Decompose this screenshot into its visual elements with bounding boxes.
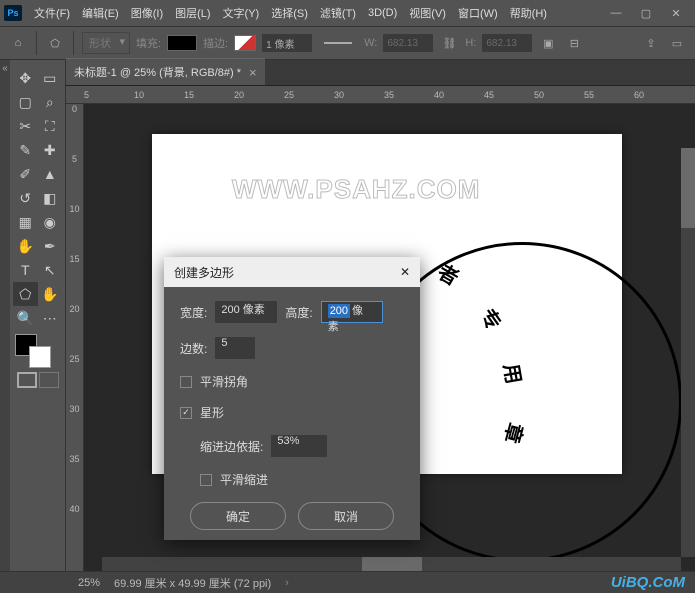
marquee-tool[interactable]: ▢ xyxy=(13,90,38,114)
align-icon[interactable]: ⊟ xyxy=(564,33,584,53)
frame-tool[interactable]: ⛶ xyxy=(38,114,63,138)
crop-tool[interactable]: ✂ xyxy=(13,114,38,138)
stamp-tool[interactable]: ▲ xyxy=(38,162,63,186)
document-tab-title: 未标题-1 @ 25% (背景, RGB/8#) * xyxy=(74,64,241,80)
dodge-tool[interactable]: ✋ xyxy=(13,234,38,258)
stroke-width-input[interactable] xyxy=(262,34,312,52)
scrollbar-horizontal[interactable] xyxy=(102,557,681,571)
fill-swatch[interactable] xyxy=(167,35,197,51)
panel-collapse-strip[interactable] xyxy=(0,60,10,571)
smooth-indent-label: 平滑缩进 xyxy=(220,471,268,488)
minimize-button[interactable]: — xyxy=(601,2,631,24)
star-label: 星形 xyxy=(200,404,224,421)
height-input[interactable] xyxy=(482,34,532,52)
width-input[interactable] xyxy=(383,34,433,52)
menu-edit[interactable]: 编辑(E) xyxy=(76,1,125,25)
shape-mode-dropdown[interactable]: 形状 xyxy=(82,32,130,54)
ruler-vertical: 0510152025303540 xyxy=(66,104,84,571)
indent-input[interactable]: 53% xyxy=(271,435,327,457)
indent-label: 缩进边依据: xyxy=(200,438,263,455)
menu-help[interactable]: 帮助(H) xyxy=(504,1,553,25)
link-icon[interactable]: ⛓ xyxy=(439,33,459,53)
tool-preset-icon[interactable]: ⬠ xyxy=(45,33,65,53)
type-tool[interactable]: T xyxy=(13,258,38,282)
app-icon: Ps xyxy=(4,5,22,21)
scrollbar-vertical[interactable] xyxy=(681,148,695,557)
w-label: W: xyxy=(364,37,377,49)
lasso-tool[interactable]: ⌕ xyxy=(38,90,63,114)
path-select-tool[interactable]: ↖ xyxy=(38,258,63,282)
menu-select[interactable]: 选择(S) xyxy=(265,1,314,25)
polygon-width-input[interactable]: 200 像素 xyxy=(215,301,277,323)
ok-button[interactable]: 确定 xyxy=(190,502,286,530)
blur-tool[interactable]: ◉ xyxy=(38,210,63,234)
pen-tool[interactable]: ✒ xyxy=(38,234,63,258)
document-tab[interactable]: 未标题-1 @ 25% (背景, RGB/8#) * × xyxy=(66,58,265,85)
zoom-level[interactable]: 25% xyxy=(78,577,100,589)
polygon-height-input[interactable]: 200像素 xyxy=(321,301,383,323)
ruler-horizontal: 51015202530354045505560 xyxy=(66,86,695,104)
quickmask-mode[interactable] xyxy=(39,372,59,388)
h-label: H: xyxy=(465,37,476,49)
background-color[interactable] xyxy=(29,346,51,368)
close-tab-icon[interactable]: × xyxy=(249,65,257,80)
home-icon[interactable]: ⌂ xyxy=(8,33,28,53)
zoom-tool[interactable]: 🔍 xyxy=(13,306,38,330)
status-menu-icon[interactable]: › xyxy=(285,577,289,589)
search-icon[interactable]: ▭ xyxy=(667,33,687,53)
menu-view[interactable]: 视图(V) xyxy=(403,1,452,25)
menu-type[interactable]: 文字(Y) xyxy=(217,1,266,25)
height-label: 高度: xyxy=(285,304,312,321)
standard-mode[interactable] xyxy=(17,372,37,388)
close-window-button[interactable]: ✕ xyxy=(661,2,691,24)
menu-image[interactable]: 图像(I) xyxy=(125,1,169,25)
menu-layer[interactable]: 图层(L) xyxy=(169,1,216,25)
smooth-indent-checkbox[interactable] xyxy=(200,474,212,486)
smooth-corners-checkbox[interactable] xyxy=(180,376,192,388)
stroke-label: 描边: xyxy=(203,35,228,51)
stroke-style-dropdown[interactable] xyxy=(318,36,358,50)
watermark-text: WWW.PSAHZ.COM xyxy=(232,174,480,205)
move-tool[interactable]: ✥ xyxy=(13,66,38,90)
site-watermark: UiBQ.CoM xyxy=(611,574,685,591)
menubar: Ps 文件(F) 编辑(E) 图像(I) 图层(L) 文字(Y) 选择(S) 滤… xyxy=(0,0,695,26)
eraser-tool[interactable]: ◧ xyxy=(38,186,63,210)
polygon-sides-input[interactable]: 5 xyxy=(215,337,255,359)
width-label: 宽度: xyxy=(180,304,207,321)
artboard-tool[interactable]: ▭ xyxy=(38,66,63,90)
options-bar: ⌂ ⬠ 形状 填充: 描边: W: ⛓ H: ▣ ⊟ ⇪ ▭ xyxy=(0,26,695,60)
history-brush-tool[interactable]: ↺ xyxy=(13,186,38,210)
polygon-tool[interactable]: ⬠ xyxy=(13,282,38,306)
edit-toolbar[interactable]: ⋯ xyxy=(38,306,63,330)
eyedropper-tool[interactable]: ✎ xyxy=(13,138,38,162)
toolbox: ✥▭ ▢⌕ ✂⛶ ✎✚ ✐▲ ↺◧ ▦◉ ✋✒ T↖ ⬠✋ 🔍⋯ xyxy=(10,60,66,571)
healing-tool[interactable]: ✚ xyxy=(38,138,63,162)
share-icon[interactable]: ⇪ xyxy=(641,33,661,53)
document-tab-strip: 未标题-1 @ 25% (背景, RGB/8#) * × xyxy=(66,60,695,86)
fill-label: 填充: xyxy=(136,35,161,51)
create-polygon-dialog: 创建多边形 ✕ 宽度: 200 像素 高度: 200像素 边数: 5 平滑拐角 … xyxy=(164,257,420,540)
cancel-button[interactable]: 取消 xyxy=(298,502,394,530)
gradient-tool[interactable]: ▦ xyxy=(13,210,38,234)
sides-label: 边数: xyxy=(180,340,207,357)
brush-tool[interactable]: ✐ xyxy=(13,162,38,186)
menu-filter[interactable]: 滤镜(T) xyxy=(314,1,362,25)
doc-dimensions: 69.99 厘米 x 49.99 厘米 (72 ppi) xyxy=(114,575,271,591)
status-bar: 25% 69.99 厘米 x 49.99 厘米 (72 ppi) › xyxy=(0,571,695,593)
smooth-corners-label: 平滑拐角 xyxy=(200,373,248,390)
star-checkbox[interactable] xyxy=(180,407,192,419)
menu-file[interactable]: 文件(F) xyxy=(28,1,76,25)
maximize-button[interactable]: ▢ xyxy=(631,2,661,24)
menu-3d[interactable]: 3D(D) xyxy=(362,3,403,23)
hand-tool[interactable]: ✋ xyxy=(38,282,63,306)
dialog-title: 创建多边形 xyxy=(174,264,234,281)
stroke-swatch[interactable] xyxy=(234,35,256,51)
menu-window[interactable]: 窗口(W) xyxy=(452,1,504,25)
path-ops-icon[interactable]: ▣ xyxy=(538,33,558,53)
dialog-close-icon[interactable]: ✕ xyxy=(400,265,410,279)
